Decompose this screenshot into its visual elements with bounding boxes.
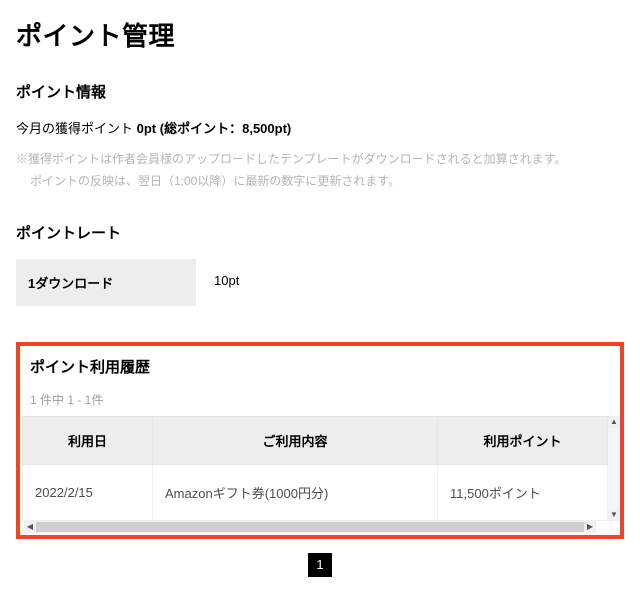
cell-date: 2022/2/15 [23, 465, 153, 521]
total-prefix: (総ポイント： [160, 121, 242, 136]
table-header-row: 利用日 ご利用内容 利用ポイント [23, 417, 608, 465]
section-heading-info: ポイント情報 [16, 81, 624, 102]
hscroll-thumb[interactable] [36, 522, 584, 532]
section-heading-history: ポイント利用履歴 [20, 356, 620, 377]
note-line-1: ※獲得ポイントは作者会員様のアップロードしたテンプレートがダウンロードされると加… [16, 149, 624, 171]
table-row: 2022/2/15 Amazonギフト券(1000円分) 11,500ポイント [23, 465, 608, 521]
col-header-points: 利用ポイント [438, 417, 608, 465]
history-table: 利用日 ご利用内容 利用ポイント 2022/2/15 Amazonギフト券(10… [22, 416, 608, 521]
page-title: ポイント管理 [16, 16, 624, 53]
horizontal-scrollbar[interactable]: ◀ ▶ [24, 521, 596, 533]
total-value: 8,500pt [242, 121, 287, 136]
scroll-area: 利用日 ご利用内容 利用ポイント 2022/2/15 Amazonギフト券(10… [20, 416, 620, 533]
cell-content: Amazonギフト券(1000円分) [153, 465, 438, 521]
scroll-right-arrow-icon[interactable]: ▶ [584, 521, 596, 533]
rate-value: 10pt [196, 259, 257, 306]
pagination: 1 [16, 553, 624, 577]
col-header-date: 利用日 [23, 417, 153, 465]
vscroll-track[interactable] [608, 428, 620, 509]
total-suffix: ) [287, 121, 291, 136]
page-number-current[interactable]: 1 [308, 553, 332, 577]
rate-label: 1ダウンロード [16, 259, 196, 306]
scroll-left-arrow-icon[interactable]: ◀ [24, 521, 36, 533]
pager-text: 1 件中 1 - 1件 [20, 391, 620, 408]
cell-points: 11,500ポイント [438, 465, 608, 521]
section-heading-rate: ポイントレート [16, 222, 624, 243]
current-value: 0pt [137, 121, 157, 136]
current-points-line: 今月の獲得ポイント 0pt (総ポイント：8,500pt) [16, 118, 624, 137]
scroll-up-arrow-icon[interactable]: ▲ [608, 416, 620, 428]
scroll-down-arrow-icon[interactable]: ▼ [608, 509, 620, 521]
rate-row: 1ダウンロード 10pt [16, 259, 624, 306]
col-header-content: ご利用内容 [153, 417, 438, 465]
vertical-scrollbar[interactable]: ▲ ▼ [608, 416, 620, 521]
history-frame: ポイント利用履歴 1 件中 1 - 1件 利用日 ご利用内容 利用ポイント 20… [16, 342, 624, 539]
notes: ※獲得ポイントは作者会員様のアップロードしたテンプレートがダウンロードされると加… [16, 149, 624, 192]
note-line-2: ポイントの反映は、翌日（1:00以降）に最新の数字に更新されます。 [30, 171, 624, 193]
current-label: 今月の獲得ポイント [16, 121, 133, 136]
